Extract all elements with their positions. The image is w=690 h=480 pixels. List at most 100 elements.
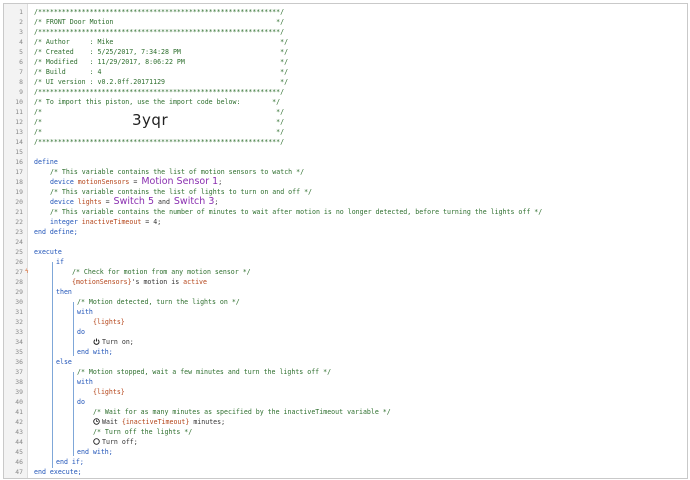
code-text[interactable]: end define; — [34, 227, 78, 237]
code-text[interactable]: define — [34, 157, 58, 167]
code-text[interactable]: integer inactiveTimeout = 4; — [50, 217, 161, 227]
comment-token: /* This variable contains the list of mo… — [50, 168, 305, 176]
code-token: = — [101, 198, 114, 206]
line-number: 20 — [15, 198, 23, 206]
keyword-token: device — [50, 178, 78, 186]
code-text[interactable]: /* */ — [34, 117, 284, 127]
code-token: Wait — [102, 418, 122, 426]
code-text[interactable]: /***************************************… — [34, 27, 284, 37]
code-text[interactable]: /* Check for motion from any motion sens… — [72, 267, 251, 277]
code-text[interactable]: end execute; — [34, 467, 82, 477]
comment-token: /* Check for motion from any motion sens… — [72, 268, 251, 276]
code-text[interactable]: {lights} — [93, 387, 125, 397]
keyword-token: end with; — [77, 348, 113, 356]
code-line: 11 /* */ — [4, 107, 687, 117]
comment-token: /* Wait for as many minutes as specified… — [93, 408, 391, 416]
code-token: = — [129, 178, 142, 186]
code-text[interactable]: if — [56, 257, 64, 267]
code-line: 27 ϟ /* Check for motion from any motion s… — [4, 267, 687, 277]
code-line: 29 then — [4, 287, 687, 297]
keyword-token: if — [56, 258, 64, 266]
code-text[interactable]: then — [56, 287, 72, 297]
code-line: 22 integer inactiveTimeout = 4; — [4, 217, 687, 227]
code-text[interactable]: /* To import this piston, use the import… — [34, 97, 280, 107]
code-line: 26 if — [4, 257, 687, 267]
code-line: 25 execute — [4, 247, 687, 257]
code-text[interactable]: /***************************************… — [34, 7, 284, 17]
line-number: 28 — [15, 278, 23, 286]
keyword-token: with — [77, 378, 93, 386]
code-text[interactable]: /* Build : 4 */ — [34, 67, 288, 77]
code-text[interactable]: /* Turn off the lights */ — [93, 427, 192, 437]
line-number: 45 — [15, 448, 23, 456]
line-number: 21 — [15, 208, 23, 216]
code-text[interactable]: device lights = Switch 5 and Switch 3; — [50, 197, 218, 207]
code-token: Turn on; — [102, 338, 134, 346]
comment-token: /* Modified : 11/29/2017, 8:06:22 PM */ — [34, 58, 289, 66]
code-text[interactable]: do — [77, 397, 85, 407]
code-text[interactable]: /***************************************… — [34, 137, 284, 147]
code-text[interactable]: {motionSensors}'s motion is active — [72, 277, 207, 287]
line-number: 9 — [19, 88, 23, 96]
code-token: Turn off; — [102, 438, 138, 446]
code-line: 1 /**************************************… — [4, 7, 687, 17]
code-text[interactable]: /* Wait for as many minutes as specified… — [93, 407, 391, 417]
device-name: Motion Sensor 1 — [141, 176, 219, 187]
code-text[interactable]: with — [77, 307, 93, 317]
variable-token: {motionSensors} — [72, 278, 132, 286]
code-text[interactable]: else — [56, 357, 72, 367]
code-text[interactable]: do — [77, 327, 85, 337]
code-line: 28 {motionSensors}'s motion is active — [4, 277, 687, 287]
code-text[interactable]: device motionSensors = Motion Sensor 1; — [50, 177, 222, 187]
code-line: 23 end define; — [4, 227, 687, 237]
line-number: 12 — [15, 118, 23, 126]
keyword-token: device — [50, 198, 78, 206]
code-text[interactable]: /* FRONT Door Motion */ — [34, 17, 284, 27]
code-line: 46 end if; — [4, 457, 687, 467]
code-line: 4 /* Author : Mike */ — [4, 37, 687, 47]
code-text[interactable]: /* Motion stopped, wait a few minutes an… — [77, 367, 331, 377]
code-text[interactable]: /* */ — [34, 107, 284, 117]
code-editor[interactable]: 3yqr 1/*********************************… — [3, 3, 688, 479]
code-text[interactable]: with — [77, 377, 93, 387]
condition-marker-icon[interactable]: ϟ — [25, 267, 29, 277]
keyword-token: with — [77, 308, 93, 316]
code-text[interactable]: /* Created : 5/25/2017, 7:34:28 PM */ — [34, 47, 288, 57]
code-text[interactable]: /* Motion detected, turn the lights on *… — [77, 297, 240, 307]
line-number: 14 — [15, 138, 23, 146]
code-line: 45 end with; — [4, 447, 687, 457]
line-number: 35 — [15, 348, 23, 356]
piston-code: 3yqr 1/*********************************… — [4, 4, 687, 478]
comment-token: /* */ — [34, 128, 285, 136]
code-line: 31 with — [4, 307, 687, 317]
code-line: 19 /* This variable contains the list of … — [4, 187, 687, 197]
variable-token: {lights} — [93, 318, 125, 326]
code-text[interactable]: /* Author : Mike */ — [34, 37, 288, 47]
line-number: 37 — [15, 368, 23, 376]
code-text[interactable]: end with; — [77, 347, 113, 357]
line-number: 10 — [15, 98, 23, 106]
code-text[interactable]: /* This variable contains the number of … — [50, 207, 542, 217]
keyword-token: do — [77, 328, 85, 336]
code-text[interactable]: /* UI version : v0.2.0ff.20171129 */ — [34, 77, 288, 87]
code-text[interactable]: end with; — [77, 447, 113, 457]
line-number: 40 — [15, 398, 23, 406]
code-line: 30 /* Motion detected, turn the lights on… — [4, 297, 687, 307]
code-text[interactable]: /* Modified : 11/29/2017, 8:06:22 PM */ — [34, 57, 288, 67]
code-line: 35 end with; — [4, 347, 687, 357]
code-line: 21 /* This variable contains the number o… — [4, 207, 687, 217]
code-text[interactable]: /***************************************… — [34, 87, 284, 97]
line-number: 43 — [15, 428, 23, 436]
line-number: 42 — [15, 418, 23, 426]
code-token: ; — [218, 178, 223, 186]
code-text[interactable]: execute — [34, 247, 62, 257]
keyword-token: end execute; — [34, 468, 82, 476]
variable-token: {inactiveTimeout} — [121, 418, 190, 426]
line-number: 27 — [15, 268, 23, 276]
line-number: 33 — [15, 328, 23, 336]
code-line: 41 /* Wait for as many minutes as specifi… — [4, 407, 687, 417]
line-number: 29 — [15, 288, 23, 296]
code-text[interactable]: end if; — [56, 457, 84, 467]
code-text[interactable]: /* */ — [34, 127, 284, 137]
code-text[interactable]: {lights} — [93, 317, 125, 327]
